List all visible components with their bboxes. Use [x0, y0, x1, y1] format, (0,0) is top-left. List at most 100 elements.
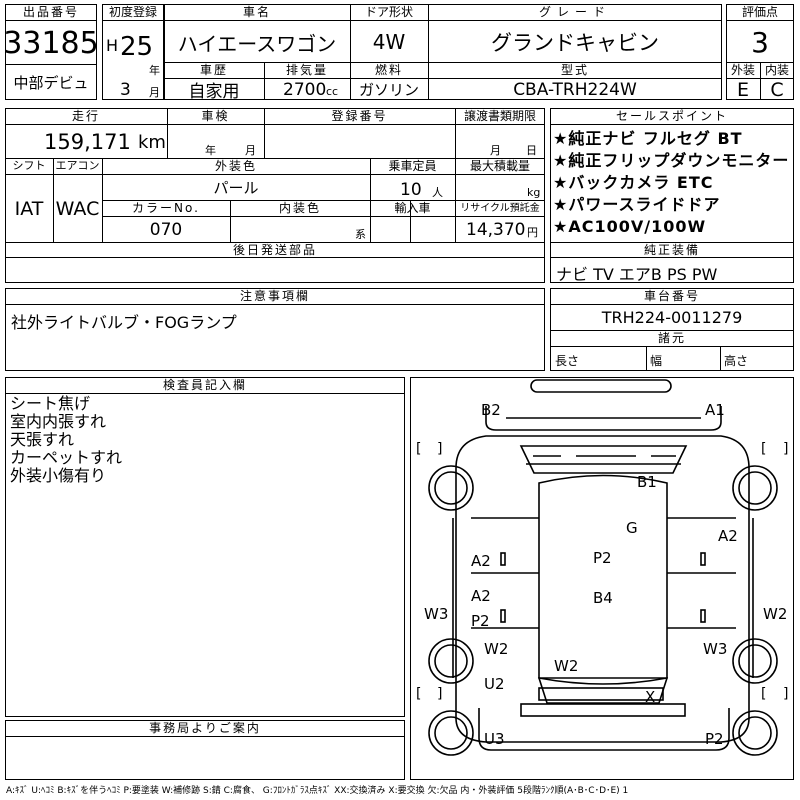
- svg-text:[: [: [761, 441, 766, 457]
- mark-a2-right: A2: [718, 527, 738, 545]
- svg-text:]: ]: [437, 686, 442, 702]
- notes-label: 注意事項欄: [239, 289, 310, 303]
- grade-label: グレード: [538, 5, 611, 19]
- mark-b4: B4: [593, 589, 613, 607]
- mark-b2-top: B2: [481, 401, 501, 419]
- history-value: 自家用: [188, 82, 240, 102]
- mark-a2-left1: A2: [471, 552, 491, 570]
- transfer-label: 譲渡書類期限: [463, 109, 536, 123]
- mark-x: X: [645, 688, 656, 706]
- inspector-line: 外装小傷有り: [10, 466, 107, 485]
- max-load-unit: kg: [527, 186, 541, 199]
- door-label: ドア形状: [364, 5, 413, 19]
- exterior-color-value: パール: [213, 179, 259, 197]
- height-label: 高さ: [724, 354, 749, 368]
- type-value: CBA-TRH224W: [513, 79, 637, 100]
- sales-point-item: ★バックカメラ ETC: [553, 173, 714, 192]
- factory-equipment-label: 純正装備: [643, 243, 700, 257]
- sales-point-item: ★パワースライドドア: [553, 195, 721, 214]
- car-outline: [ ] [ ] [ ] [ ]: [416, 379, 788, 756]
- mileage-value: 159,171: [44, 130, 131, 154]
- displacement-value: 2700: [283, 80, 327, 100]
- mark-w2-left: W2: [484, 640, 509, 658]
- mark-w3-right: W3: [703, 640, 728, 658]
- model-label: 車名: [242, 5, 271, 19]
- chassis-label: 車台番号: [643, 289, 700, 303]
- mark-a2-left2: A2: [471, 587, 491, 605]
- width-label: 幅: [650, 354, 663, 368]
- interior-color-label: 内装色: [278, 201, 321, 215]
- interior-grade-label: 内装: [764, 63, 789, 77]
- door-value: 4W: [372, 30, 406, 54]
- lot-label: 出品番号: [22, 5, 79, 19]
- inspector-line: 室内内張すれ: [10, 412, 107, 431]
- later-parts-label: 後日発送部品: [232, 243, 317, 257]
- import-label: 輸入車: [394, 201, 431, 215]
- svg-text:[: [: [416, 686, 421, 702]
- reg-month-unit: 月: [149, 86, 160, 99]
- displacement-unit: cc: [326, 85, 339, 98]
- capacity-label: 乗車定員: [388, 159, 437, 173]
- recycle-label: リサイクル預託金: [460, 203, 540, 214]
- transfer-month-unit: 月: [490, 144, 501, 157]
- legend: A:ｷｽﾞ U:ﾍｺﾐ B:ｷｽﾞを伴うﾍｺﾐ P:要塗装 W:補修跡 S:錆 …: [6, 786, 629, 796]
- score-value: 3: [751, 25, 769, 59]
- max-load-label: 最大積載量: [469, 159, 530, 173]
- svg-text:[: [: [416, 441, 421, 457]
- mark-w3-left: W3: [424, 605, 449, 623]
- mark-g: G: [626, 519, 638, 537]
- office-label: 事務局よりご案内: [149, 721, 261, 735]
- inspector-label: 検査員記入欄: [162, 378, 247, 392]
- ac-label: エアコン: [55, 159, 100, 172]
- recycle-unit: 円: [527, 226, 538, 239]
- mileage-label: 走行: [71, 109, 100, 123]
- shift-label: シフト: [12, 159, 46, 172]
- chassis-value: TRH224-0011279: [601, 308, 743, 327]
- mark-p2-bottom: P2: [705, 730, 724, 748]
- svg-text:]: ]: [783, 686, 788, 702]
- capacity-unit: 人: [432, 186, 443, 199]
- displacement-label: 排気量: [285, 63, 328, 77]
- mark-u3: U3: [484, 730, 505, 748]
- fuel-value: ガソリン: [358, 81, 419, 99]
- inspector-line: カーペットすれ: [10, 448, 123, 467]
- inspector-line: 天張すれ: [10, 430, 75, 449]
- reg-year: 25: [120, 32, 154, 62]
- inspector-lines: シート焦げ 室内内張すれ 天張すれ カーペットすれ 外装小傷有り: [10, 395, 122, 485]
- exterior-grade-label: 外装: [730, 63, 755, 77]
- fuel-label: 燃料: [374, 63, 403, 77]
- inspection-label: 車検: [201, 109, 230, 123]
- interior-color-suffix: 系: [355, 228, 366, 241]
- ac-value: WAC: [55, 197, 100, 220]
- shift-value: IAT: [14, 197, 44, 220]
- reg-month: 3: [120, 80, 131, 100]
- transfer-day-unit: 日: [526, 144, 537, 157]
- mark-w2-bottom: W2: [554, 657, 579, 675]
- color-no-value: 070: [149, 219, 183, 240]
- svg-text:]: ]: [437, 441, 442, 457]
- mark-a1-top: A1: [705, 401, 725, 419]
- sales-point-item: ★AC100V/100W: [553, 217, 707, 236]
- history-label: 車歴: [199, 63, 228, 77]
- debut-label: 中部デビュ: [13, 73, 89, 92]
- mark-u2: U2: [484, 675, 505, 693]
- interior-grade-value: C: [770, 78, 784, 101]
- inspection-year-unit: 年: [205, 144, 216, 157]
- sales-points-list: ★純正ナビ フルセグ BT ★純正フリップダウンモニター ★バックカメラ ETC…: [553, 128, 789, 238]
- sales-point-item: ★純正ナビ フルセグ BT: [553, 129, 743, 148]
- reg-year-unit: 年: [149, 64, 160, 77]
- length-label: 長さ: [555, 354, 580, 368]
- damage-diagram: [ ] [ ] [ ] [ ] B2 A1 B1 G A2 A2 P2 A2 B…: [410, 377, 794, 780]
- recycle-value: 14,370: [466, 220, 526, 240]
- mark-w2-right: W2: [763, 605, 788, 623]
- mark-p2-left: P2: [471, 612, 490, 630]
- sales-points-label: セールスポイント: [615, 109, 728, 123]
- exterior-grade-value: E: [736, 78, 749, 101]
- era-letter: H: [106, 36, 119, 55]
- svg-text:]: ]: [783, 441, 788, 457]
- capacity-value: 10: [400, 180, 422, 200]
- inspection-month-unit: 月: [245, 144, 256, 157]
- exterior-color-label: 外装色: [214, 159, 257, 173]
- svg-text:[: [: [761, 686, 766, 702]
- factory-equipment-value: ナビ TV エアB PS PW: [556, 265, 718, 284]
